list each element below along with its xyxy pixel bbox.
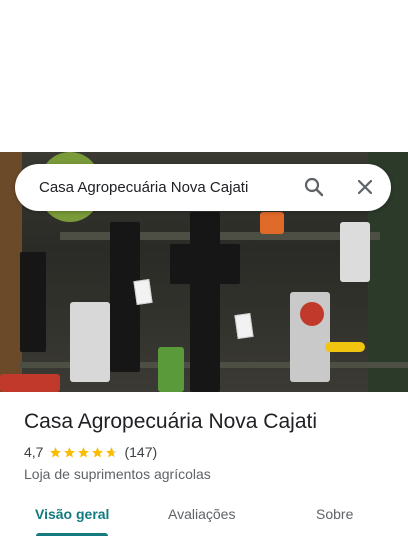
photo-price-tag: [234, 313, 254, 339]
tab-overview[interactable]: Visão geral: [35, 506, 109, 522]
photo-price-tag: [133, 279, 153, 305]
photo-item: [0, 374, 60, 392]
star-icon: [78, 446, 90, 457]
photo-rifle: [20, 252, 46, 352]
photo-rifle: [170, 244, 240, 284]
rating-row[interactable]: 4,7 (147): [24, 444, 157, 460]
review-count[interactable]: (147): [124, 444, 157, 460]
photo-item: [340, 222, 370, 282]
star-icon: [64, 446, 76, 457]
search-icon[interactable]: [302, 175, 326, 199]
search-bar[interactable]: Casa Agropecuária Nova Cajati: [15, 164, 391, 211]
photo-shelf: [60, 232, 380, 240]
rating-value: 4,7: [24, 444, 44, 460]
close-icon[interactable]: [353, 175, 377, 199]
rating-stars: [49, 446, 119, 459]
search-input[interactable]: Casa Agropecuária Nova Cajati: [39, 179, 248, 196]
active-tab-indicator: [36, 533, 108, 536]
star-icon: [50, 446, 62, 457]
star-icon: [92, 446, 104, 457]
tab-about[interactable]: Sobre: [316, 506, 353, 522]
photo-rifle: [190, 212, 220, 392]
star-half-icon: [106, 446, 118, 457]
blank-area: [0, 0, 408, 152]
photo-item: [70, 302, 110, 382]
tab-reviews[interactable]: Avaliações: [168, 506, 235, 522]
photo-item: [300, 302, 324, 326]
place-category[interactable]: Loja de suprimentos agrícolas: [24, 466, 211, 482]
place-name: Casa Agropecuária Nova Cajati: [24, 410, 317, 433]
photo-item: [158, 347, 184, 392]
place-tabs: Visão geral Avaliações Sobre: [0, 500, 408, 544]
photo-item: [325, 342, 365, 352]
photo-item: [260, 212, 284, 234]
